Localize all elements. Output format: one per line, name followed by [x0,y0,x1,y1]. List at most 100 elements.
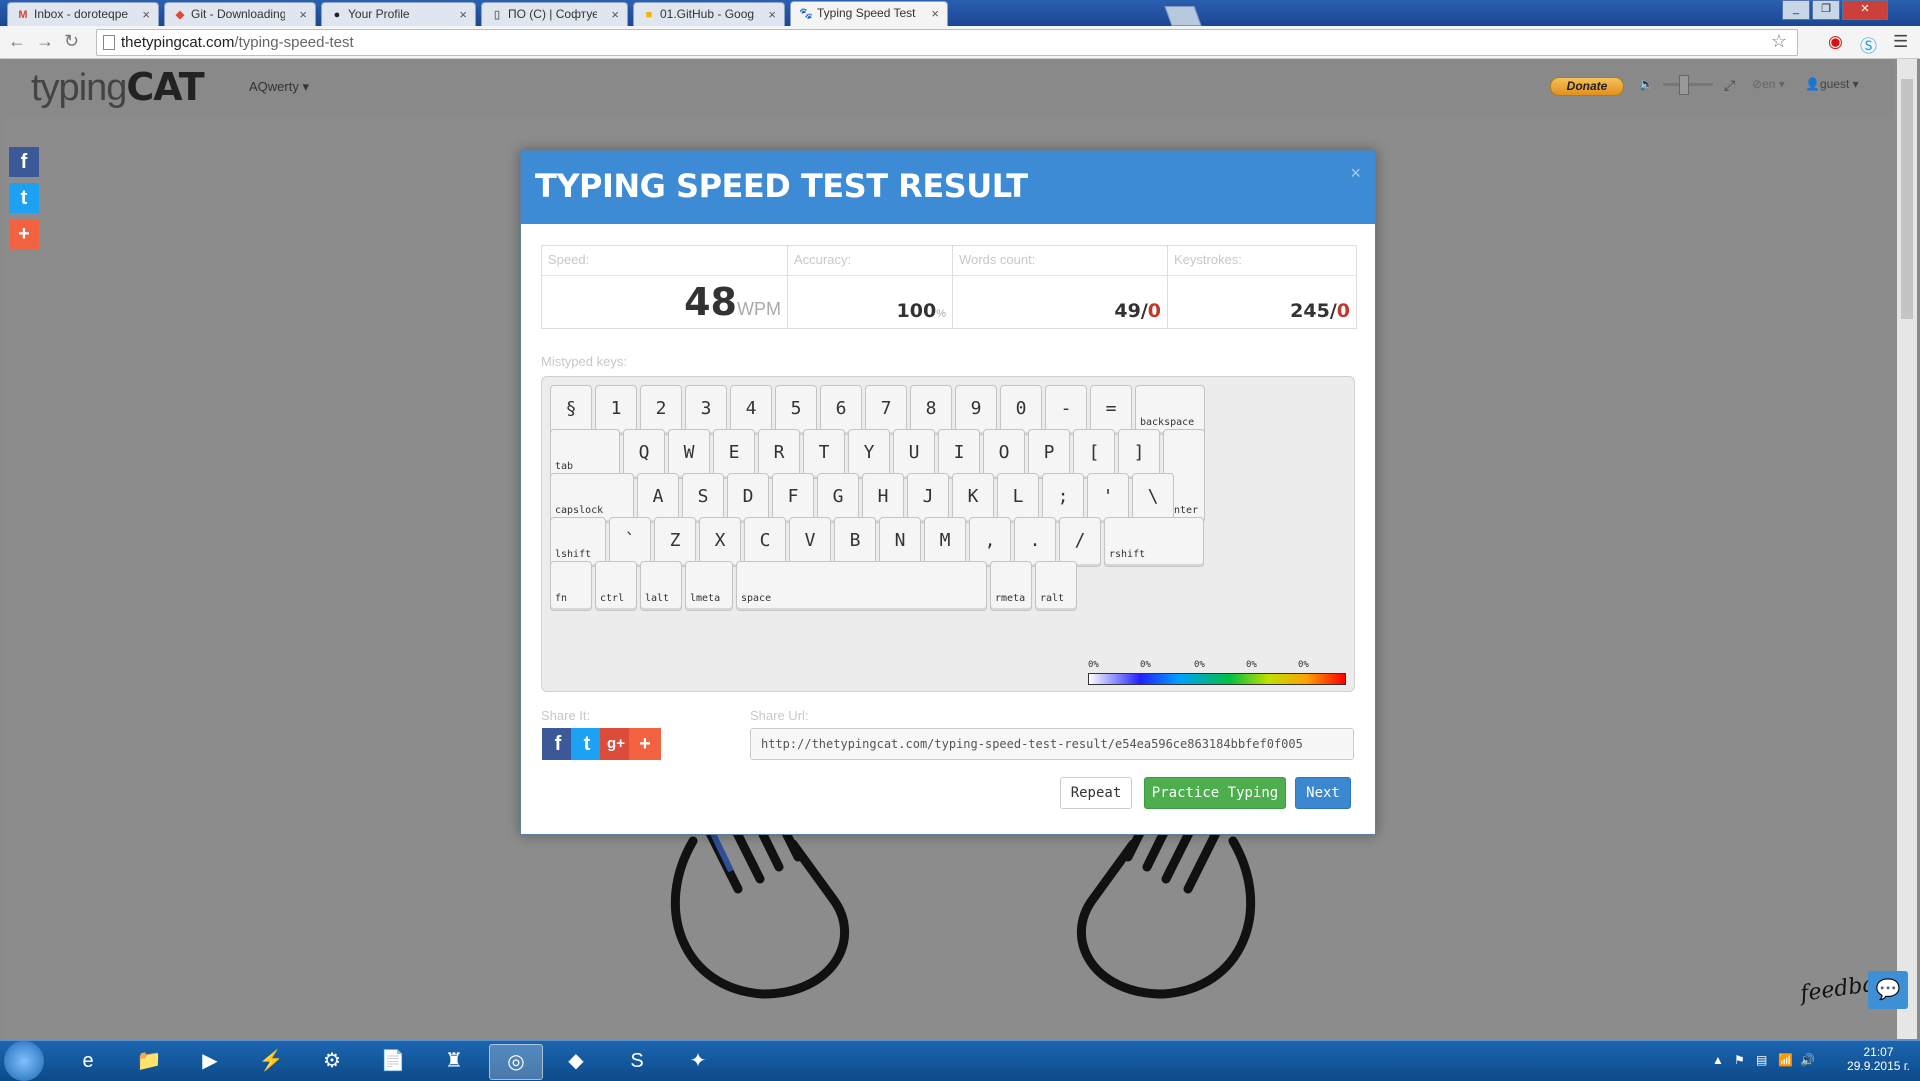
key-char: = [1090,385,1132,435]
tab-label: Inbox - doroteqpetrova1@ [34,7,128,21]
page-scrollbar[interactable] [1897,59,1917,1039]
windows-taskbar: e 📁 ▶ ⚡ ⚙ 📄 ♜ ◎ ◆ S ✦ ▲ ⚑ ▤ 📶 🔊 21:07 29… [0,1040,1920,1081]
key-char: M [924,517,966,567]
practice-typing-button[interactable]: Practice Typing [1144,777,1286,809]
chrome-taskbar-icon[interactable]: ◎ [489,1044,543,1080]
tab-close-icon[interactable]: × [459,7,467,22]
key-char: 0 [1000,385,1042,435]
key-char: ; [1042,473,1084,523]
new-tab-button[interactable] [1164,6,1202,26]
fullscreen-icon[interactable]: ⤢ [1724,77,1735,94]
tab-close-icon[interactable]: × [299,7,307,22]
repeat-button[interactable]: Repeat [1060,777,1132,809]
opera-extension-icon[interactable]: ◉ [1828,32,1843,52]
key-char: D [727,473,769,523]
twitter-share-icon[interactable]: t [571,728,603,760]
scale-percent-label: 0% [1246,660,1257,670]
steam-icon[interactable]: ⚙ [306,1044,358,1078]
key-char: 6 [820,385,862,435]
twitter-side-icon[interactable]: t [9,183,39,213]
addthis-share-icon[interactable]: + [629,728,661,760]
language-dropdown[interactable]: ⊘en ▾ [1752,77,1785,91]
browser-tab[interactable]: M Inbox - doroteqpetrova1@ × [7,2,159,26]
modal-close-button[interactable]: × [1350,163,1361,184]
media-player-icon[interactable]: ▶ [184,1044,236,1078]
game-app-icon[interactable]: ♜ [428,1044,480,1078]
reload-icon[interactable]: ↻ [64,31,79,52]
key-char: F [772,473,814,523]
key-char: § [550,385,592,435]
key-char: [ [1073,429,1115,479]
restore-button[interactable]: ❐ [1812,0,1840,20]
system-clock[interactable]: 21:07 29.9.2015 г. [1847,1045,1910,1073]
close-window-button[interactable]: ✕ [1842,0,1888,20]
key-char: \ [1132,473,1174,523]
tab-close-icon[interactable]: × [768,7,776,22]
stat-speed-label: Speed: [548,252,590,267]
stat-speed-value: 48WPM [684,280,781,324]
browser-toolbar: ← → ↻ thetypingcat.com/typing-speed-test… [0,26,1920,59]
key-char: P [1028,429,1070,479]
bookmark-star-icon[interactable]: ☆ [1771,31,1787,52]
scale-percent-label: 0% [1088,660,1099,670]
volume-icon[interactable]: 🔈 [1639,77,1654,91]
key-char: 9 [955,385,997,435]
speaker-icon[interactable]: 🔊 [1800,1053,1815,1067]
browser-tab[interactable]: ▯ ПО (С) | Софтуерно обуч × [481,2,628,26]
start-button[interactable] [4,1041,44,1081]
page-icon [103,35,115,50]
stat-accuracy-label: Accuracy: [794,252,852,267]
facebook-share-icon[interactable]: f [542,728,574,760]
result-modal: TYPING SPEED TEST RESULT × Speed: 48WPM … [520,150,1376,835]
signal-icon[interactable]: 📶 [1778,1053,1793,1067]
browser-tab[interactable]: ● Your Profile × [321,2,476,26]
file-explorer-icon[interactable]: 📁 [123,1044,175,1078]
googleplus-share-icon[interactable]: g+ [600,728,632,760]
key-char: 5 [775,385,817,435]
share-label: Share It: [541,708,591,723]
forward-icon[interactable]: → [36,31,54,52]
notepad-icon[interactable]: 📄 [367,1044,419,1078]
thunder-app-icon[interactable]: ⚡ [245,1044,297,1078]
key-char: L [997,473,1039,523]
chat-icon[interactable]: 💬 [1868,971,1908,1009]
scale-percent-label: 0% [1140,660,1151,670]
tab-close-icon[interactable]: × [931,6,939,21]
tray-expand-icon[interactable]: ▲ [1712,1053,1724,1067]
page-icon: ▯ [493,9,501,21]
key-char: V [789,517,831,567]
browser-tab[interactable]: ■ 01.GitHub - Google Slides × [633,2,785,26]
sims-icon[interactable]: ◆ [550,1044,602,1078]
scrollbar-thumb[interactable] [1901,79,1913,319]
user-menu[interactable]: 👤guest ▾ [1805,77,1859,91]
action-center-flag-icon[interactable]: ⚑ [1734,1053,1745,1067]
address-bar[interactable]: thetypingcat.com/typing-speed-test ☆ [96,29,1798,56]
skype-taskbar-icon[interactable]: S [611,1044,663,1078]
next-button[interactable]: Next [1295,777,1351,809]
share-url-input[interactable] [750,728,1354,760]
site-logo[interactable]: typingCAT [31,65,205,110]
facebook-side-icon[interactable]: f [9,147,39,177]
keyboard-layout-dropdown[interactable]: AQwerty ▾ [249,79,309,95]
network-icon[interactable]: ▤ [1756,1053,1767,1067]
stat-keystrokes-value: 245/0 [1290,300,1350,322]
skype-extension-icon[interactable]: Ⓢ [1860,32,1877,57]
key-char: 8 [910,385,952,435]
minimize-button[interactable]: _ [1782,0,1810,20]
tab-close-icon[interactable]: × [142,7,150,22]
back-icon[interactable]: ← [8,31,26,52]
browser-tab[interactable]: ◆ Git - Downloading Packag × [164,2,316,26]
menu-icon[interactable]: ☰ [1893,32,1908,52]
key-char: 1 [595,385,637,435]
volume-slider-thumb[interactable] [1679,75,1689,95]
donate-button[interactable]: Donate [1550,77,1624,96]
key-char: Q [623,429,665,479]
browser-tab[interactable]: 🐾 Typing Speed Test - The T × [790,1,948,26]
internet-explorer-icon[interactable]: e [62,1044,114,1078]
addthis-side-icon[interactable]: + [9,219,39,249]
keyboard-heatmap: § 1 2 3 4 5 6 7 8 9 0- = backspace tab Q W E R T Y U I O P[] ent… [541,376,1355,692]
app-icon[interactable]: ✦ [672,1044,724,1078]
modal-title: TYPING SPEED TEST RESULT [535,167,1028,205]
tab-close-icon[interactable]: × [611,7,619,22]
key-char: K [952,473,994,523]
